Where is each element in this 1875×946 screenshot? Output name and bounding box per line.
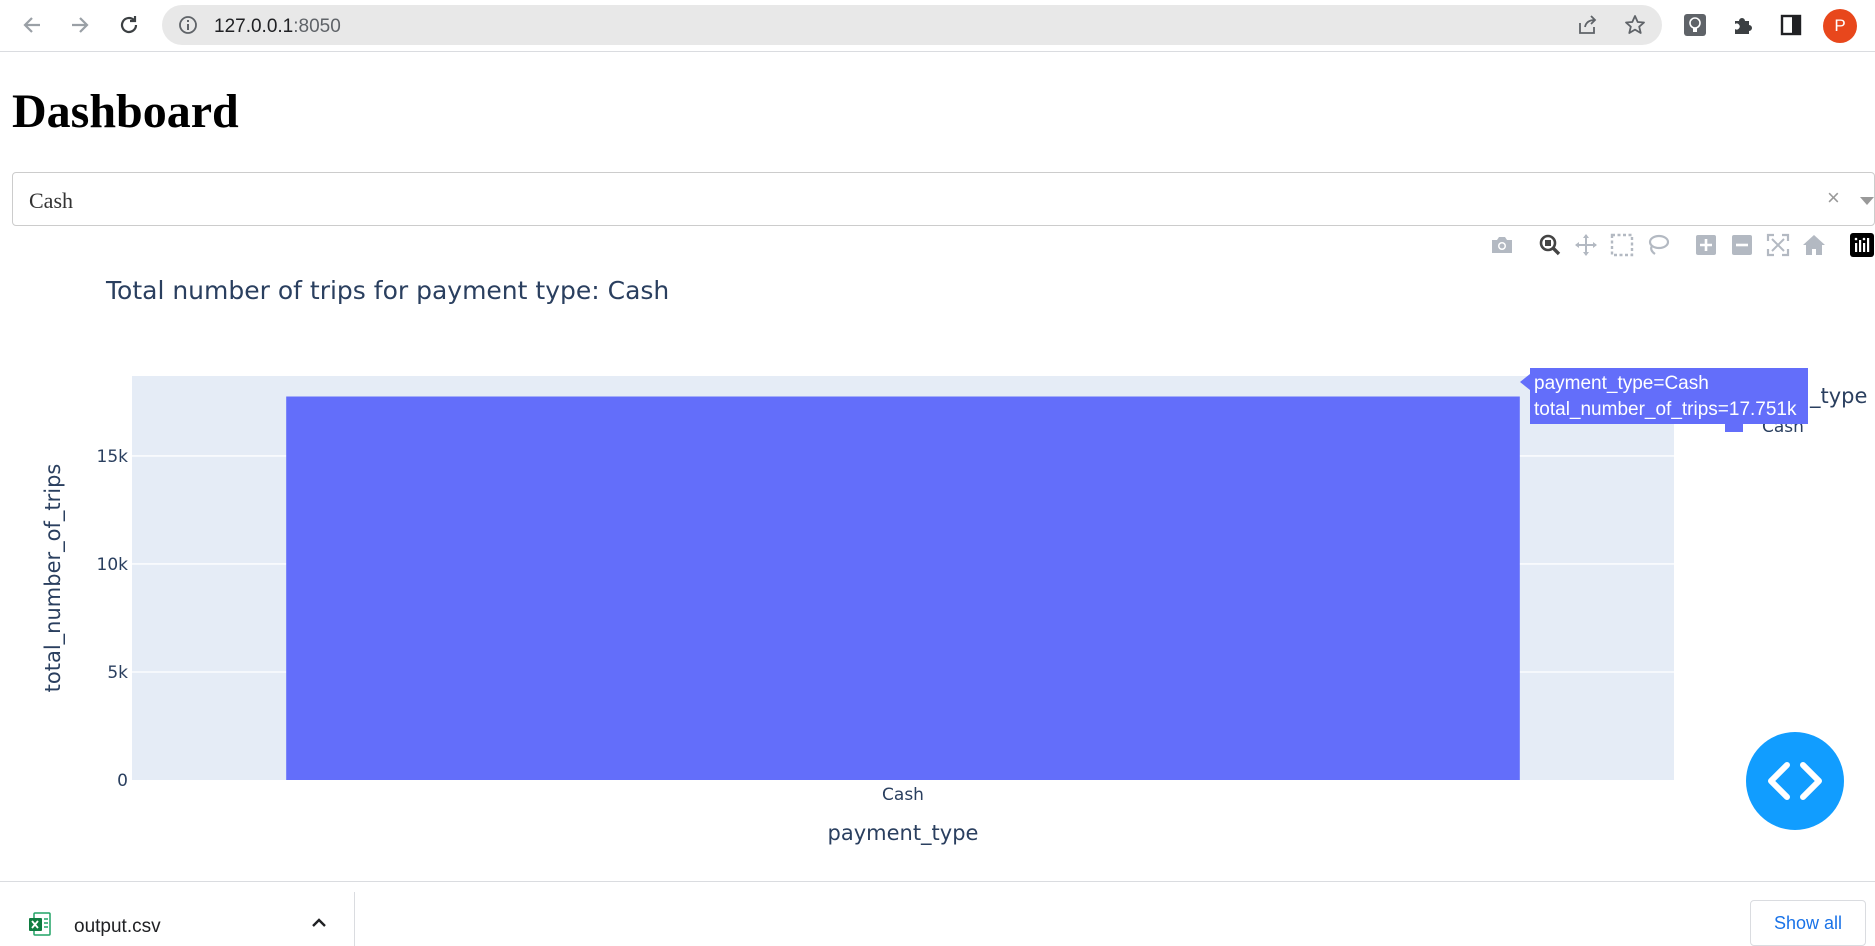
bar-chart[interactable]: 0 5k 10k 15k Cash payment_type total_number_of…	[0, 300, 1875, 860]
page-title: Dashboard	[12, 85, 239, 138]
download-plot-button[interactable]	[1489, 232, 1515, 258]
address-bar[interactable]: 127.0.0.1:8050	[162, 5, 1662, 45]
y-tick-label: 10k	[97, 555, 129, 575]
y-axis-title: total_number_of_trips	[41, 464, 66, 693]
camera-icon	[1492, 237, 1512, 253]
lasso-icon	[1648, 234, 1670, 255]
url-host: 127.0.0.1	[214, 16, 294, 37]
share-button[interactable]	[1575, 13, 1599, 37]
hover-label-line1: payment_type=Cash	[1534, 373, 1709, 394]
autoscale-button[interactable]	[1765, 232, 1791, 258]
profile-avatar[interactable]: P	[1823, 9, 1857, 43]
extension-app-icon	[1684, 14, 1706, 36]
pan-button[interactable]	[1573, 232, 1599, 258]
lasso-select-button[interactable]	[1645, 232, 1671, 258]
y-tick-label: 0	[117, 771, 128, 791]
reset-axes-button[interactable]	[1801, 232, 1827, 258]
autoscale-icon	[1766, 233, 1790, 257]
browser-toolbar: 127.0.0.1:8050 P	[0, 0, 1875, 52]
excel-file-icon	[29, 912, 51, 936]
box-select-button[interactable]	[1609, 232, 1635, 258]
side-panel-button[interactable]	[1777, 11, 1805, 39]
reload-icon	[120, 16, 138, 34]
star-icon	[1625, 15, 1645, 34]
extensions-menu-button[interactable]	[1729, 11, 1757, 39]
code-brackets-icon	[1768, 762, 1822, 800]
forward-button[interactable]	[64, 9, 96, 41]
payment-type-dropdown[interactable]: Cash ×	[12, 172, 1875, 226]
download-shelf: output.csv Show all	[0, 881, 1875, 946]
zoom-out-button[interactable]	[1729, 232, 1755, 258]
forward-arrow-icon	[72, 17, 89, 33]
zoom-in-button[interactable]	[1693, 232, 1719, 258]
show-all-button[interactable]: Show all	[1750, 900, 1866, 946]
y-tick-label: 15k	[97, 447, 129, 467]
shelf-divider	[354, 892, 355, 946]
bar-cash	[286, 396, 1520, 780]
extension-button[interactable]	[1681, 11, 1709, 39]
side-panel-icon	[1780, 14, 1802, 36]
url-text: 127.0.0.1:8050	[214, 16, 341, 38]
x-axis-title: payment_type	[828, 821, 979, 846]
site-info-icon[interactable]	[178, 15, 198, 35]
dropdown-clear-button[interactable]: ×	[1827, 187, 1840, 209]
avatar-letter: P	[1834, 16, 1846, 35]
box-select-icon	[1610, 233, 1634, 257]
chevron-up-icon[interactable]	[308, 912, 330, 934]
puzzle-icon	[1735, 18, 1752, 34]
download-file-name[interactable]: output.csv	[74, 916, 161, 938]
pan-icon	[1575, 234, 1597, 256]
zoom-in-icon	[1696, 235, 1716, 255]
bookmark-button[interactable]	[1623, 13, 1647, 37]
dropdown-selected-value: Cash	[29, 188, 73, 213]
dash-devtools-button[interactable]	[1746, 732, 1844, 830]
url-port: :8050	[293, 16, 341, 37]
plotly-logo-icon	[1850, 233, 1874, 257]
reload-button[interactable]	[113, 9, 145, 41]
zoom-button[interactable]	[1537, 232, 1563, 258]
back-button[interactable]	[16, 9, 48, 41]
y-tick-label: 5k	[107, 663, 128, 683]
share-icon	[1579, 15, 1597, 34]
back-arrow-icon	[23, 17, 40, 33]
zoom-out-icon	[1732, 235, 1752, 255]
dropdown-arrow-icon[interactable]	[1860, 197, 1874, 205]
plotly-logo-button[interactable]	[1849, 232, 1875, 258]
x-tick-label: Cash	[882, 785, 924, 805]
zoom-icon	[1539, 234, 1561, 256]
home-icon	[1803, 235, 1825, 255]
legend-title: _type	[1809, 384, 1867, 409]
hover-label-line2: total_number_of_trips=17.751k	[1534, 399, 1797, 420]
